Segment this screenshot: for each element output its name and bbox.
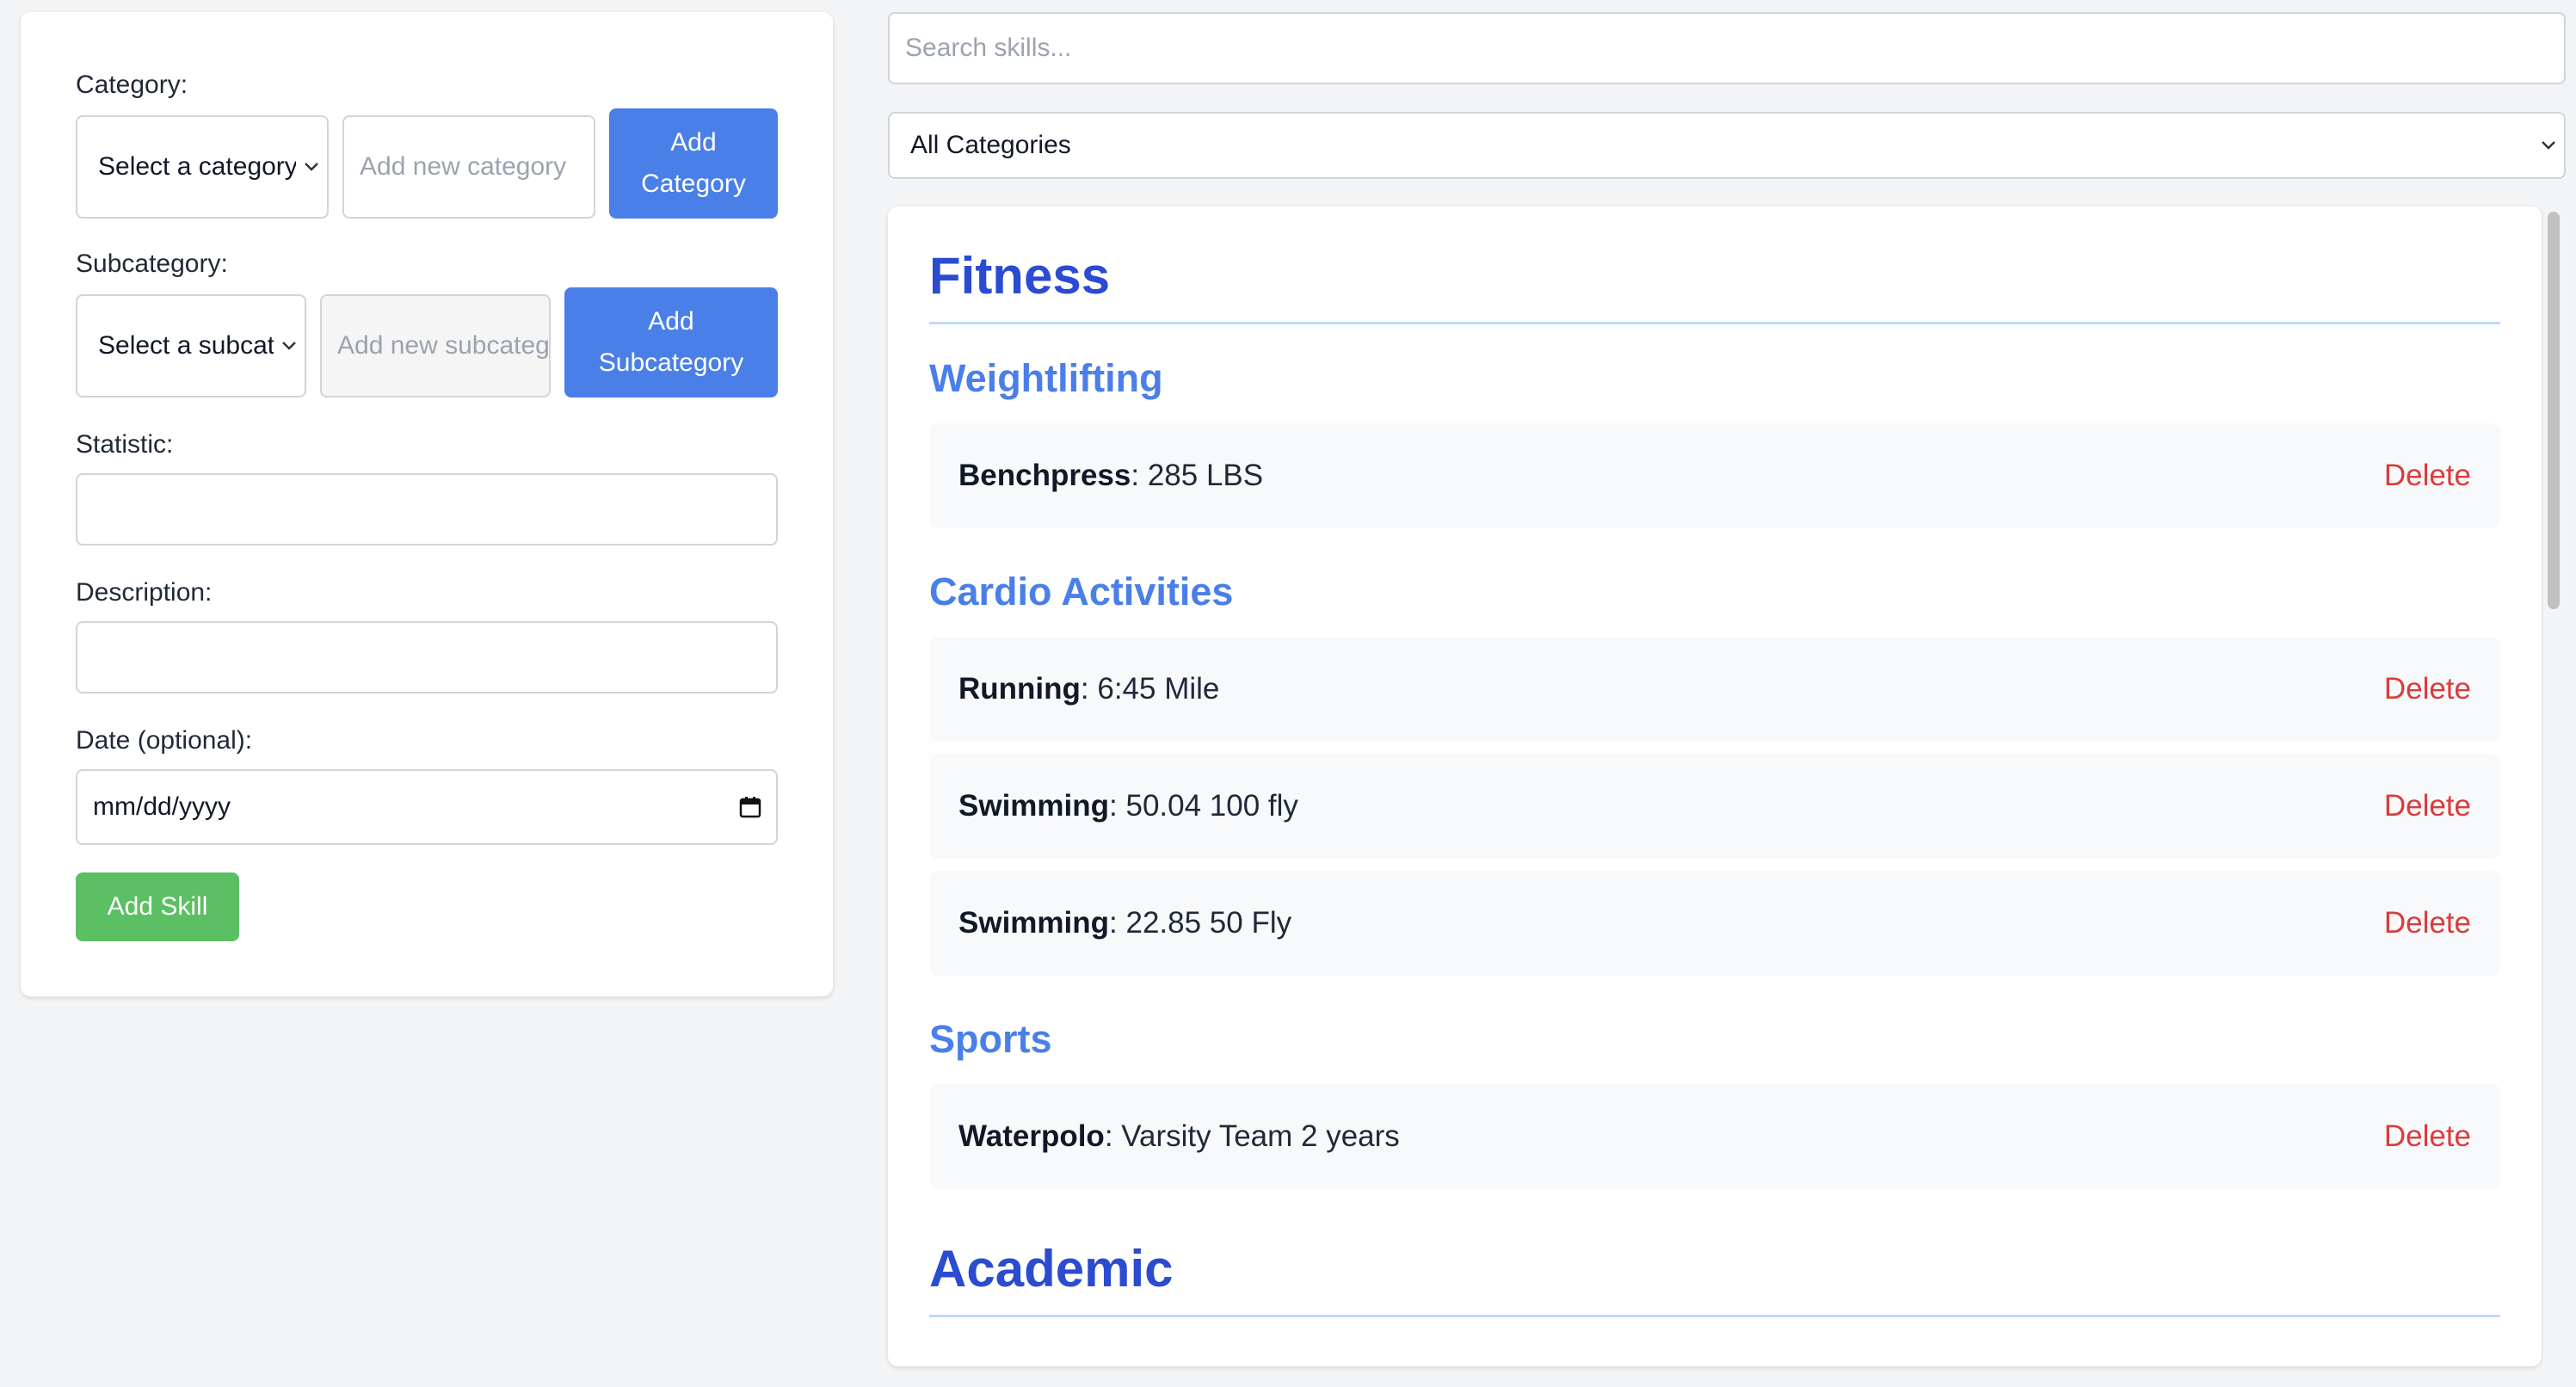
description-label: Description: — [76, 578, 213, 607]
skill-name: Benchpress — [958, 459, 1131, 492]
skill-name: Running — [958, 672, 1081, 706]
category-divider — [929, 1315, 2500, 1317]
chevron-down-icon — [274, 296, 305, 396]
category-label: Category: — [76, 71, 188, 99]
category-filter-value: All Categories — [910, 131, 1071, 159]
statistic-input[interactable] — [76, 473, 778, 546]
date-value: mm/dd/yyyy — [93, 792, 231, 821]
skill-text: Running: 6:45 Mile — [958, 672, 1219, 706]
add-subcategory-label-1: Add — [648, 307, 694, 336]
add-category-button[interactable]: Add Category — [609, 108, 778, 219]
category-select-value: Select a category — [98, 152, 296, 181]
skill-row: Running: 6:45 Mile Delete — [929, 637, 2500, 742]
skill-row: Waterpolo: Varsity Team 2 years Delete — [929, 1084, 2500, 1189]
subcategory-title-sports: Sports — [929, 1017, 1052, 1061]
delete-button[interactable]: Delete — [2384, 906, 2471, 940]
search-input[interactable]: Search skills... — [888, 12, 2566, 84]
add-category-label-1: Add — [670, 128, 717, 157]
add-skill-button[interactable]: Add Skill — [76, 872, 239, 941]
category-title-academic: Academic — [929, 1240, 1174, 1298]
skill-stat: : 6:45 Mile — [1080, 672, 1220, 706]
skill-stat: : Varsity Team 2 years — [1104, 1119, 1400, 1153]
delete-button[interactable]: Delete — [2384, 1119, 2471, 1154]
category-divider — [929, 322, 2500, 324]
statistic-label: Statistic: — [76, 430, 174, 459]
new-subcategory-input[interactable]: Add new subcategory — [320, 294, 551, 398]
scrollbar-thumb[interactable] — [2548, 212, 2560, 609]
chevron-down-icon — [296, 117, 327, 217]
subcategory-title-weightlifting: Weightlifting — [929, 356, 1163, 400]
add-skill-form: Category: Select a category Add new cate… — [21, 12, 833, 996]
skill-name: Waterpolo — [958, 1119, 1105, 1153]
skill-row: Swimming: 50.04 100 fly Delete — [929, 754, 2500, 859]
description-input[interactable] — [76, 621, 778, 694]
delete-button[interactable]: Delete — [2384, 789, 2471, 823]
skill-row: Swimming: 22.85 50 Fly Delete — [929, 871, 2500, 976]
new-category-input[interactable]: Add new category — [342, 115, 595, 219]
skill-name: Swimming — [958, 789, 1110, 823]
skill-text: Benchpress: 285 LBS — [958, 459, 1263, 493]
subcategory-label: Subcategory: — [76, 250, 228, 278]
calendar-icon[interactable] — [724, 795, 776, 819]
add-category-label-2: Category — [641, 170, 746, 198]
skill-stat: : 285 LBS — [1131, 459, 1264, 492]
category-title-fitness: Fitness — [929, 247, 1111, 305]
skill-text: Waterpolo: Varsity Team 2 years — [958, 1119, 1400, 1154]
subcategory-select[interactable]: Select a subcategory — [76, 294, 306, 398]
add-subcategory-label-2: Subcategory — [598, 348, 744, 377]
delete-button[interactable]: Delete — [2384, 672, 2471, 706]
skill-stat: : 50.04 100 fly — [1109, 789, 1298, 823]
skill-text: Swimming: 22.85 50 Fly — [958, 906, 1291, 940]
category-filter-select[interactable]: All Categories — [888, 112, 2566, 179]
new-category-placeholder: Add new category — [360, 152, 567, 181]
category-select[interactable]: Select a category — [76, 115, 329, 219]
add-subcategory-button[interactable]: Add Subcategory — [564, 287, 778, 398]
skill-stat: : 22.85 50 Fly — [1109, 906, 1292, 940]
skills-list: Fitness Weightlifting Benchpress: 285 LB… — [888, 207, 2542, 1366]
chevron-down-icon — [2533, 114, 2564, 177]
subcategory-select-value: Select a subcategory — [98, 331, 274, 360]
date-input[interactable]: mm/dd/yyyy — [76, 769, 778, 845]
delete-button[interactable]: Delete — [2384, 459, 2471, 493]
date-label: Date (optional): — [76, 726, 253, 755]
subcategory-title-cardio: Cardio Activities — [929, 570, 1234, 613]
new-subcategory-placeholder: Add new subcategory — [337, 331, 550, 360]
skill-name: Swimming — [958, 906, 1110, 940]
skill-row: Benchpress: 285 LBS Delete — [929, 423, 2500, 528]
skill-text: Swimming: 50.04 100 fly — [958, 789, 1298, 823]
